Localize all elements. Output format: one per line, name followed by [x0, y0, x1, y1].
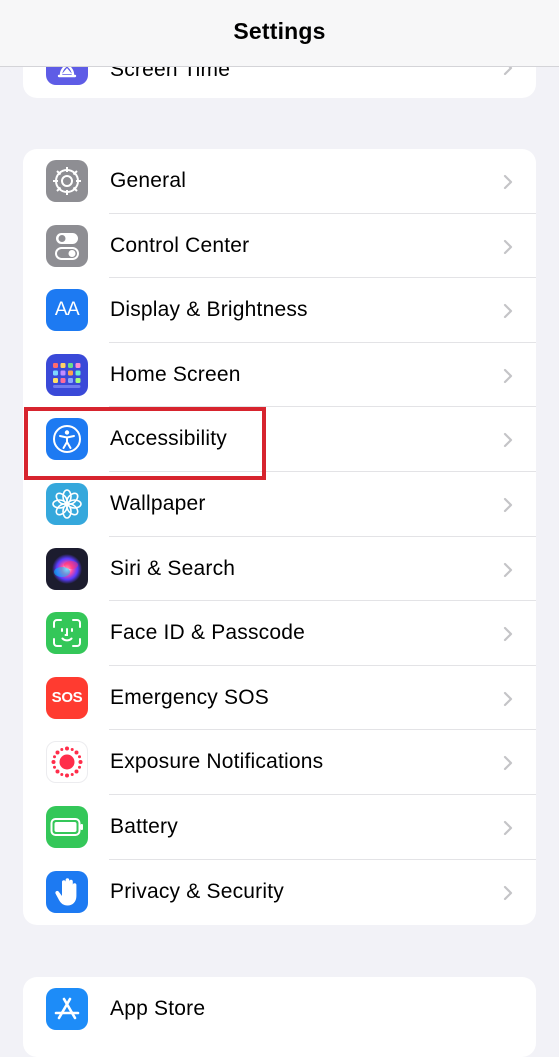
settings-row-label: Wallpaper — [110, 491, 206, 515]
settings-row-control-center[interactable]: Control Center — [23, 214, 536, 279]
settings-row-label: App Store — [110, 997, 206, 1020]
settings-row-label: Emergency SOS — [110, 685, 269, 709]
chevron-right-icon — [503, 239, 513, 254]
chevron-right-icon — [503, 756, 513, 771]
app-grid-icon — [46, 353, 88, 396]
page-title: Settings — [233, 18, 326, 44]
settings-row-privacy-security[interactable]: Privacy & Security — [23, 860, 536, 925]
sos-icon: SOS — [46, 676, 88, 719]
battery-icon — [46, 805, 88, 848]
chevron-right-icon — [503, 497, 513, 513]
settings-row-emergency-sos[interactable]: SOS Emergency SOS — [23, 666, 536, 731]
settings-row-label: Siri & Search — [110, 556, 236, 580]
chevron-right-icon — [503, 562, 513, 577]
settings-row-battery[interactable]: Battery — [23, 795, 536, 860]
settings-row-wallpaper[interactable]: Wallpaper — [23, 472, 536, 537]
sos-icon-glyph: SOS — [51, 689, 83, 707]
exposure-icon — [46, 741, 88, 784]
siri-icon — [46, 547, 88, 590]
settings-row-home-screen[interactable]: Home Screen — [23, 343, 536, 408]
flower-icon — [46, 482, 88, 525]
hand-icon — [46, 870, 88, 913]
settings-row-label: General — [110, 169, 187, 192]
navigation-bar: Settings — [0, 0, 559, 67]
settings-row-label: Home Screen — [110, 362, 241, 386]
settings-row-label: Battery — [110, 814, 178, 838]
settings-row-display-brightness[interactable]: AA Display & Brightness — [23, 278, 536, 343]
settings-row-general[interactable]: General — [23, 149, 536, 214]
settings-row-exposure-notifications[interactable]: Exposure Notifications — [23, 730, 536, 795]
gear-icon — [46, 160, 88, 202]
settings-row-app-store[interactable]: App Store — [23, 977, 536, 1042]
settings-row-face-id-passcode[interactable]: Face ID & Passcode — [23, 601, 536, 666]
settings-group-store: App Store — [23, 977, 536, 1057]
chevron-right-icon — [503, 174, 513, 190]
chevron-right-icon — [503, 433, 513, 448]
settings-row-label: Privacy & Security — [110, 879, 284, 903]
settings-row-label: Display & Brightness — [110, 298, 308, 322]
chevron-right-icon — [503, 885, 513, 900]
chevron-right-icon — [503, 691, 513, 706]
settings-row-label: Control Center — [110, 233, 250, 257]
chevron-right-icon — [503, 304, 513, 319]
face-id-icon — [46, 612, 88, 655]
accessibility-highlight-box — [24, 407, 266, 480]
settings-row-siri-search[interactable]: Siri & Search — [23, 537, 536, 602]
chevron-right-icon — [503, 627, 513, 642]
chevron-right-icon — [503, 820, 513, 836]
text-size-icon-glyph: AA — [54, 299, 80, 321]
text-size-icon: AA — [46, 289, 88, 332]
settings-row-label: Exposure Notifications — [110, 750, 324, 774]
toggles-icon — [46, 224, 88, 267]
chevron-right-icon — [503, 368, 513, 383]
settings-group-main: General Control Center AA Display & Brig… — [23, 149, 536, 925]
settings-row-label: Face ID & Passcode — [110, 621, 306, 645]
